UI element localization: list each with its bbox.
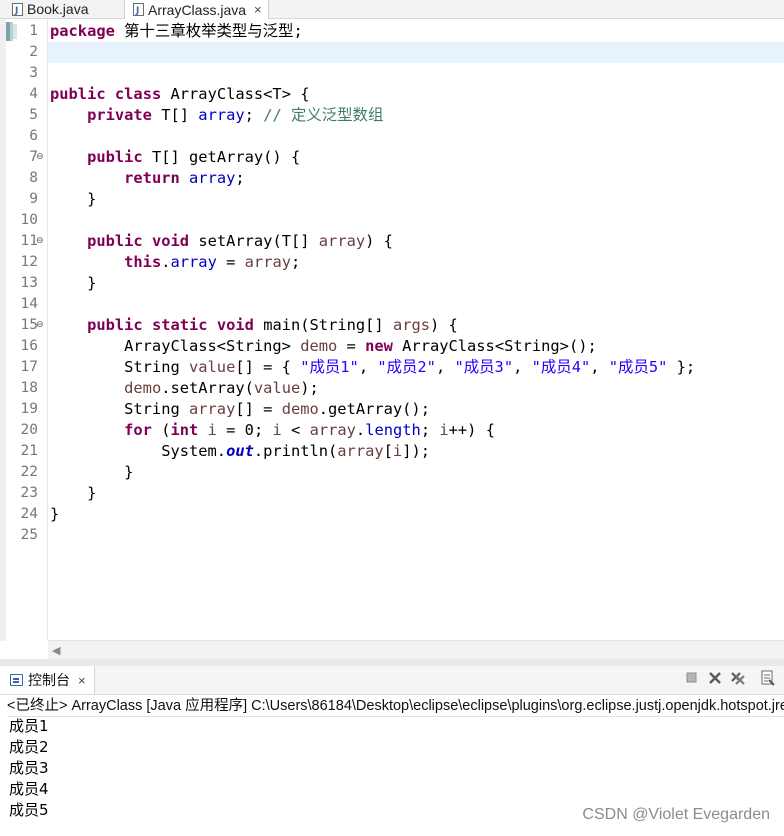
- remove-all-terminated-icon[interactable]: [729, 670, 747, 688]
- fold-toggle-icon[interactable]: ⊖: [36, 231, 44, 252]
- line-number: 11: [20, 233, 38, 249]
- clear-console-icon[interactable]: [760, 670, 776, 688]
- code-line[interactable]: public static void main(String[] args) {: [50, 315, 458, 336]
- line-number: 15: [20, 317, 38, 333]
- line-number: 1: [29, 23, 38, 39]
- panel-divider[interactable]: [0, 659, 784, 666]
- line-number: 22: [20, 464, 38, 480]
- code-line[interactable]: }: [50, 273, 96, 294]
- line-number: 5: [29, 107, 38, 123]
- code-line[interactable]: }: [50, 189, 96, 210]
- line-number: 20: [20, 422, 38, 438]
- console-output-line: 成员1: [9, 717, 49, 735]
- editor-tab-bar: [0, 0, 784, 19]
- scroll-left-icon[interactable]: ◀: [52, 644, 60, 657]
- line-number: 17: [20, 359, 38, 375]
- code-line[interactable]: return array;: [50, 168, 245, 189]
- fold-toggle-icon[interactable]: ⊖: [36, 315, 44, 336]
- fold-toggle-icon[interactable]: ⊖: [36, 147, 44, 168]
- line-number: 25: [20, 527, 38, 543]
- console-tab-label: 控制台: [28, 672, 70, 688]
- line-number: 9: [29, 191, 38, 207]
- line-number: 18: [20, 380, 38, 396]
- code-line[interactable]: ArrayClass<String> demo = new ArrayClass…: [50, 336, 597, 357]
- line-number: 16: [20, 338, 38, 354]
- terminate-icon[interactable]: [685, 670, 698, 688]
- code-line[interactable]: }: [50, 504, 59, 525]
- line-number: 2: [29, 44, 38, 60]
- code-line[interactable]: }: [50, 462, 133, 483]
- line-number: 8: [29, 170, 38, 186]
- line-number: 12: [20, 254, 38, 270]
- line-number: 23: [20, 485, 38, 501]
- remove-launch-icon[interactable]: [707, 670, 723, 688]
- tab-label: ArrayClass.java: [148, 1, 247, 18]
- line-number: 21: [20, 443, 38, 459]
- line-number: 4: [29, 86, 38, 102]
- line-number: 6: [29, 128, 38, 144]
- current-line-highlight: [48, 42, 784, 63]
- code-line[interactable]: String array[] = demo.getArray();: [50, 399, 430, 420]
- java-file-icon: J: [12, 2, 23, 16]
- code-line[interactable]: package 第十三章枚举类型与泛型;: [50, 21, 303, 42]
- console-status-line: <已终止> ArrayClass [Java 应用程序] C:\Users\86…: [7, 696, 784, 717]
- close-icon[interactable]: ×: [78, 673, 86, 688]
- console-output-line: 成员4: [9, 780, 49, 798]
- code-line[interactable]: System.out.println(array[i]);: [50, 441, 430, 462]
- close-icon[interactable]: ×: [254, 2, 262, 17]
- code-line[interactable]: public class ArrayClass<T> {: [50, 84, 310, 105]
- console-tab-bar: [0, 666, 784, 695]
- watermark: CSDN @Violet Evegarden: [582, 806, 770, 823]
- line-number: 24: [20, 506, 38, 522]
- line-number: 3: [29, 65, 38, 81]
- console-output-line: 成员5: [9, 801, 49, 819]
- code-line[interactable]: private T[] array; // 定义泛型数组: [50, 105, 383, 126]
- horizontal-scrollbar[interactable]: [48, 640, 784, 659]
- tab-arrayclass-java[interactable]: J ArrayClass.java ×: [124, 0, 269, 19]
- console-output-line: 成员3: [9, 759, 49, 777]
- line-number: 13: [20, 275, 38, 291]
- line-number: 14: [20, 296, 38, 312]
- code-line[interactable]: public void setArray(T[] array) {: [50, 231, 393, 252]
- line-number: 19: [20, 401, 38, 417]
- code-line[interactable]: for (int i = 0; i < array.length; i++) {: [50, 420, 495, 441]
- tab-book-java[interactable]: J Book.java: [12, 0, 88, 18]
- code-line[interactable]: this.array = array;: [50, 252, 300, 273]
- line-number: 10: [20, 212, 38, 228]
- line-number: 7: [29, 149, 38, 165]
- svg-text:J: J: [135, 6, 139, 16]
- code-line[interactable]: String value[] = { "成员1", "成员2", "成员3", …: [50, 357, 695, 378]
- svg-text:J: J: [14, 6, 18, 16]
- console-output-line: 成员2: [9, 738, 49, 756]
- console-icon: [10, 674, 23, 686]
- code-line[interactable]: }: [50, 483, 96, 504]
- java-file-icon: J: [133, 3, 144, 16]
- tab-label: Book.java: [27, 1, 89, 17]
- code-line[interactable]: demo.setArray(value);: [50, 378, 319, 399]
- tab-console[interactable]: 控制台 ×: [0, 666, 95, 694]
- code-line[interactable]: public T[] getArray() {: [50, 147, 300, 168]
